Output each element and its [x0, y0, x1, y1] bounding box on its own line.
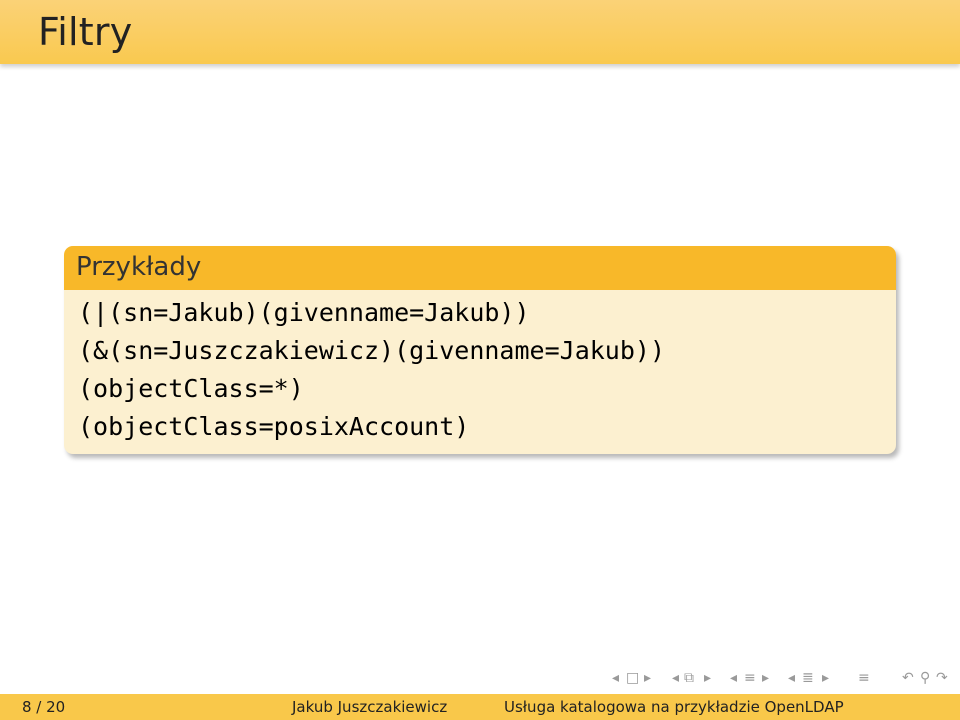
code-line-3: (objectClass=*) — [78, 374, 304, 403]
block-header: Przykłady — [64, 246, 896, 290]
nav-left-icon[interactable]: ◂ — [612, 670, 619, 686]
code-line-1: (|(sn=Jakub)(givenname=Jakub)) — [78, 298, 530, 327]
block-title: Przykłady — [76, 252, 202, 282]
redo-icon[interactable]: ↷ — [936, 670, 948, 686]
block-body: (|(sn=Jakub)(givenname=Jakub)) (&(sn=Jus… — [78, 294, 665, 446]
undo-icon[interactable]: ↶ — [902, 670, 914, 686]
examples-block: Przykłady (|(sn=Jakub)(givenname=Jakub))… — [64, 246, 896, 454]
section-icon[interactable]: ≡ — [744, 670, 756, 686]
nav-left-icon[interactable]: ◂ — [730, 670, 737, 686]
nav-left-icon[interactable]: ◂ — [788, 670, 795, 686]
code-line-4: (objectClass=posixAccount) — [78, 412, 470, 441]
footer-title: Usługa katalogowa na przykładzie OpenLDA… — [504, 698, 844, 716]
subsection-icon[interactable]: ⧉ — [684, 670, 694, 686]
footer-author: Jakub Juszczakiewicz — [292, 698, 448, 716]
page-number: 8 / 20 — [22, 698, 66, 716]
frame-icon[interactable]: □ — [626, 670, 639, 686]
nav-right-icon[interactable]: ▸ — [762, 670, 769, 686]
footer-bar: 8 / 20 Jakub Juszczakiewicz Usługa katal… — [0, 694, 960, 720]
zoom-icon[interactable]: ⚲ — [920, 670, 930, 686]
beamer-navigation: ◂ □ ▸ ◂ ⧉ ▸ ◂ ≡ ▸ ◂ ≣ ▸ ≡ ↶ ⚲ ↷ — [612, 670, 960, 690]
nav-right-icon[interactable]: ▸ — [644, 670, 651, 686]
title-bar: Filtry — [0, 0, 960, 64]
nav-right-icon[interactable]: ▸ — [822, 670, 829, 686]
code-line-2: (&(sn=Juszczakiewicz)(givenname=Jakub)) — [78, 336, 665, 365]
slide-title: Filtry — [38, 10, 133, 54]
nav-right-icon[interactable]: ▸ — [704, 670, 711, 686]
nav-left-icon[interactable]: ◂ — [672, 670, 679, 686]
align-icon[interactable]: ≡ — [858, 670, 870, 686]
section-list-icon[interactable]: ≣ — [802, 670, 814, 686]
